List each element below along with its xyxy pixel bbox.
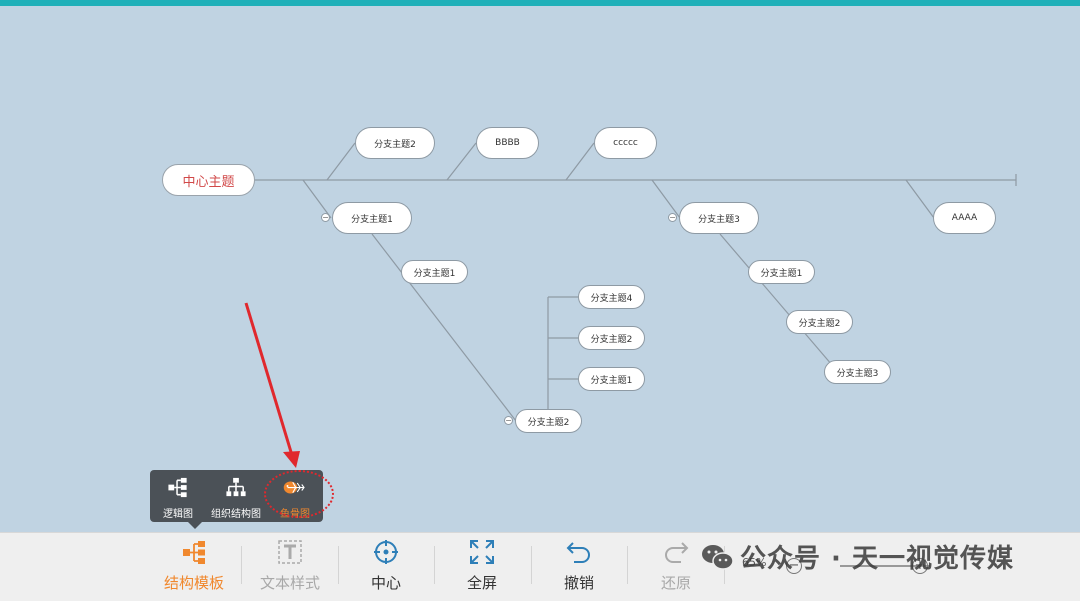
- topic-branch-3-child-3[interactable]: 分支主题3: [824, 360, 891, 384]
- topic-branch-2-child-1[interactable]: 分支主题1: [578, 367, 645, 391]
- topic-top-branch-2[interactable]: 分支主题2: [355, 127, 435, 159]
- zoom-in-button[interactable]: +: [912, 558, 928, 574]
- connector-top-ccccc: [565, 142, 595, 181]
- structure-template-popup: 逻辑图 组织结构图 鱼骨图: [150, 470, 323, 529]
- annotation-arrow: [244, 302, 293, 453]
- topic-branch-1[interactable]: 分支主题1: [332, 202, 412, 234]
- center-label: 中心: [370, 574, 401, 592]
- zoom-out-button[interactable]: −: [786, 558, 802, 574]
- fullscreen-icon: [470, 540, 494, 564]
- fishbone-icon: [283, 481, 305, 494]
- undo-button[interactable]: 撤销: [531, 538, 627, 596]
- logic-chart-icon: [168, 477, 187, 498]
- redo-button[interactable]: 还原: [628, 538, 724, 596]
- topic-branch-2-child-4[interactable]: 分支主题4: [578, 285, 645, 309]
- text-style-button[interactable]: 文本样式: [242, 538, 338, 596]
- structure-template-icon: [183, 541, 205, 564]
- structure-option-org-chart[interactable]: 组织结构图: [208, 474, 264, 520]
- connector-top-bbbb: [446, 142, 477, 181]
- popup-caret: [188, 522, 202, 529]
- undo-icon: [566, 542, 590, 563]
- topic-aaaa[interactable]: AAAA: [933, 202, 996, 234]
- center-button[interactable]: 中心: [338, 538, 434, 596]
- structure-template-label: 结构模板: [163, 574, 224, 592]
- text-style-label: 文本样式: [259, 574, 320, 592]
- collapse-branch-1-button[interactable]: −: [321, 213, 330, 222]
- logic-chart-label: 逻辑图: [163, 509, 193, 520]
- central-topic[interactable]: 中心主题: [162, 164, 255, 196]
- annotation-arrowhead: [283, 451, 300, 468]
- redo-label: 还原: [660, 574, 691, 592]
- structure-option-fishbone[interactable]: 鱼骨图: [267, 474, 323, 520]
- topic-branch-2[interactable]: 分支主题2: [515, 409, 582, 433]
- org-chart-icon: [226, 477, 246, 497]
- topic-branch-3-child-1[interactable]: 分支主题1: [748, 260, 815, 284]
- topic-branch-3-child-2[interactable]: 分支主题2: [786, 310, 853, 334]
- org-chart-label: 组织结构图: [211, 509, 261, 520]
- structure-template-button[interactable]: 结构模板: [146, 538, 242, 596]
- redo-icon: [665, 542, 689, 563]
- zoom-level: 65%: [742, 556, 767, 569]
- toolbar-separator: [724, 546, 725, 584]
- text-style-icon: [278, 540, 302, 564]
- fishbone-label: 鱼骨图: [280, 509, 310, 520]
- fullscreen-label: 全屏: [466, 574, 497, 592]
- undo-label: 撤销: [563, 574, 594, 592]
- fullscreen-button[interactable]: 全屏: [434, 538, 530, 596]
- topic-branch-1-child[interactable]: 分支主题1: [401, 260, 468, 284]
- collapse-branch-3-button[interactable]: −: [668, 213, 677, 222]
- connector-branch-3-bone: [719, 233, 839, 373]
- connector-top-branch-2: [326, 142, 356, 181]
- topic-ccccc[interactable]: ccccc: [594, 127, 657, 159]
- topic-bbbb[interactable]: BBBB: [476, 127, 539, 159]
- crosshair-icon: [374, 540, 398, 564]
- topic-branch-2-child-2[interactable]: 分支主题2: [578, 326, 645, 350]
- collapse-branch-2-button[interactable]: −: [504, 416, 513, 425]
- structure-option-logic-chart[interactable]: 逻辑图: [150, 474, 206, 520]
- topic-branch-3[interactable]: 分支主题3: [679, 202, 759, 234]
- connector-aaaa: [905, 179, 935, 219]
